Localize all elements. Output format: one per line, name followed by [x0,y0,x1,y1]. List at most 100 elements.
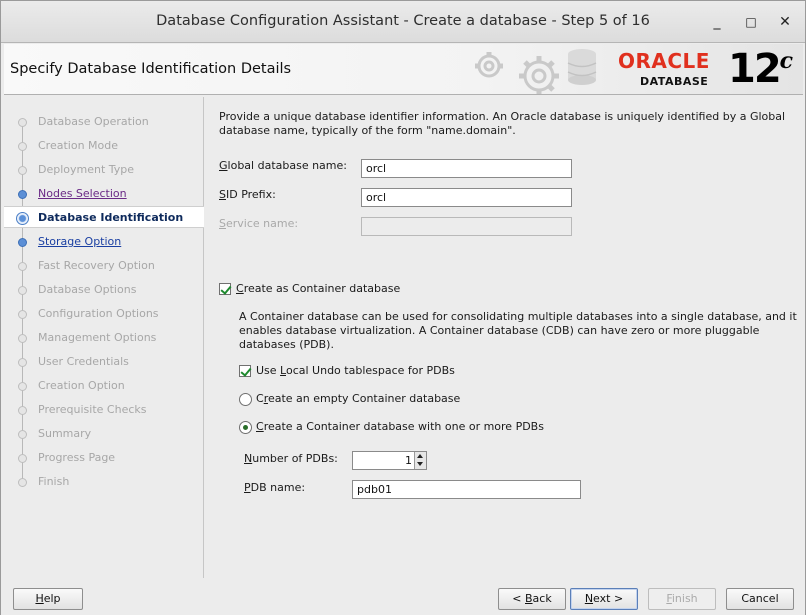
sidebar-step: User Credentials [4,351,204,373]
spinner-up-icon[interactable] [417,454,423,458]
label-text: eate an empty Container database [267,392,461,405]
cdb-with-pdbs-label[interactable]: Create a Container database with one or … [256,420,544,433]
oracle-wordmark: ORACLE [618,49,710,73]
step-indicator-icon [16,212,29,225]
local-undo-label[interactable]: Use Local Undo tablespace for PDBs [256,364,455,377]
sidebar-step-label[interactable]: Storage Option [38,231,121,253]
sidebar-step: Database Operation [4,111,204,133]
sidebar-step: Deployment Type [4,159,204,181]
step-indicator-icon [18,238,27,247]
label-text: ext > [593,592,624,605]
dbca-window: Database Configuration Assistant - Creat… [0,0,806,615]
step-indicator-icon [18,118,27,127]
num-pdbs-label: Number of PDBs: [244,452,338,465]
step-indicator-icon [18,286,27,295]
pdb-name-input[interactable] [352,480,581,499]
intro-description: Provide a unique database identifier inf… [219,110,786,137]
spinner-down-icon[interactable] [417,462,423,466]
step-indicator-icon [18,478,27,487]
step-indicator-icon [18,190,27,199]
sidebar-step-label: Deployment Type [38,163,135,176]
oracle-logo: ORACLE DATABASE [618,49,728,91]
footer-bar: Help < Back Next > Finish Cancel [1,579,805,615]
gears-graphic-icon [475,49,597,94]
mnemonic: P [244,481,251,494]
sidebar-step-label: Management Options [38,331,157,344]
global-db-name-input[interactable] [361,159,572,178]
minimize-icon[interactable]: _ [708,13,726,31]
global-db-name-label: Global database name: [219,159,347,172]
sidebar-step[interactable]: Storage Option [4,231,204,253]
step-indicator-icon [18,334,27,343]
label-text: Use [256,364,281,377]
label-text: lobal database name: [227,159,347,172]
mnemonic: N [244,452,253,465]
label-text: C [256,392,264,405]
pdb-name-label: PDB name: [244,481,305,494]
mnemonic: C [236,282,244,295]
sidebar-step-label: Creation Mode [38,139,119,152]
sidebar-step: Fast Recovery Option [4,255,204,277]
sidebar-step-label: Database Operation [38,115,149,128]
spinner-arrows[interactable] [414,452,426,469]
mnemonic: N [584,592,594,605]
sidebar-step: Database Options [4,279,204,301]
cdb-with-pdbs-radio[interactable] [239,421,252,434]
create-container-label[interactable]: Create as Container database [236,282,400,295]
sidebar-step-label: Prerequisite Checks [38,403,147,416]
label-text: ID Prefix: [225,188,276,201]
container-description: A Container database can be used for con… [239,310,797,351]
num-pdbs-spinner[interactable]: 1 [352,451,427,470]
finish-button[interactable]: Finish [648,588,716,610]
steps-sidebar: Database Operation Creation Mode Deploymen… [4,97,204,578]
help-button[interactable]: Help [13,588,83,610]
main-panel: Provide a unique database identifier inf… [206,97,803,578]
sidebar-step: Creation Mode [4,135,204,157]
version-number: 12 [728,46,782,92]
sidebar-step-label: Database Options [38,283,137,296]
sidebar-step: Database Identification [4,206,204,228]
sidebar-step-label[interactable]: Nodes Selection [38,183,127,205]
sidebar-step: Creation Option [4,375,204,397]
sidebar-step-label: Configuration Options [38,307,159,320]
service-name-label: Service name: [219,217,298,230]
step-indicator-icon [18,142,27,151]
label-text: < [512,592,525,605]
num-pdbs-value[interactable]: 1 [405,454,412,467]
step-indicator-icon [18,310,27,319]
maximize-icon[interactable]: □ [742,13,760,31]
empty-cdb-label[interactable]: Create an empty Container database [256,392,460,405]
close-icon[interactable]: ✕ [776,13,794,31]
sidebar-step: Summary [4,423,204,445]
next-button[interactable]: Next > [570,588,638,610]
sidebar-step[interactable]: Nodes Selection [4,183,204,205]
sidebar-step-label: Progress Page [38,451,116,464]
empty-cdb-radio[interactable] [239,393,252,406]
cancel-button[interactable]: Cancel [726,588,794,610]
sidebar-step-label: Creation Option [38,379,125,392]
version-logo: 12c [728,46,793,92]
mnemonic: C [256,420,264,433]
back-button[interactable]: < Back [498,588,566,610]
service-name-input[interactable] [361,217,572,236]
mnemonic: H [35,592,44,605]
mnemonic: G [219,159,228,172]
sidebar-step: Finish [4,471,204,493]
step-indicator-icon [18,166,27,175]
label-text: reate as Container database [243,282,401,295]
step-indicator-icon [18,358,27,367]
label-text: reate a Container database with one or m… [263,420,544,433]
create-container-checkbox[interactable] [219,283,231,295]
page-header: Specify Database Identification Details [4,44,803,95]
sidebar-step-label: Database Identification [38,211,184,224]
sid-prefix-input[interactable] [361,188,572,207]
window-title: Database Configuration Assistant - Creat… [156,13,650,29]
sidebar-step-label: User Credentials [38,355,129,368]
local-undo-checkbox[interactable] [239,365,251,377]
sidebar-step: Progress Page [4,447,204,469]
label-text: DB name: [250,481,306,494]
mnemonic: S [219,217,226,230]
label-text: ack [532,592,552,605]
sid-prefix-label: SID Prefix: [219,188,276,201]
step-indicator-icon [18,430,27,439]
